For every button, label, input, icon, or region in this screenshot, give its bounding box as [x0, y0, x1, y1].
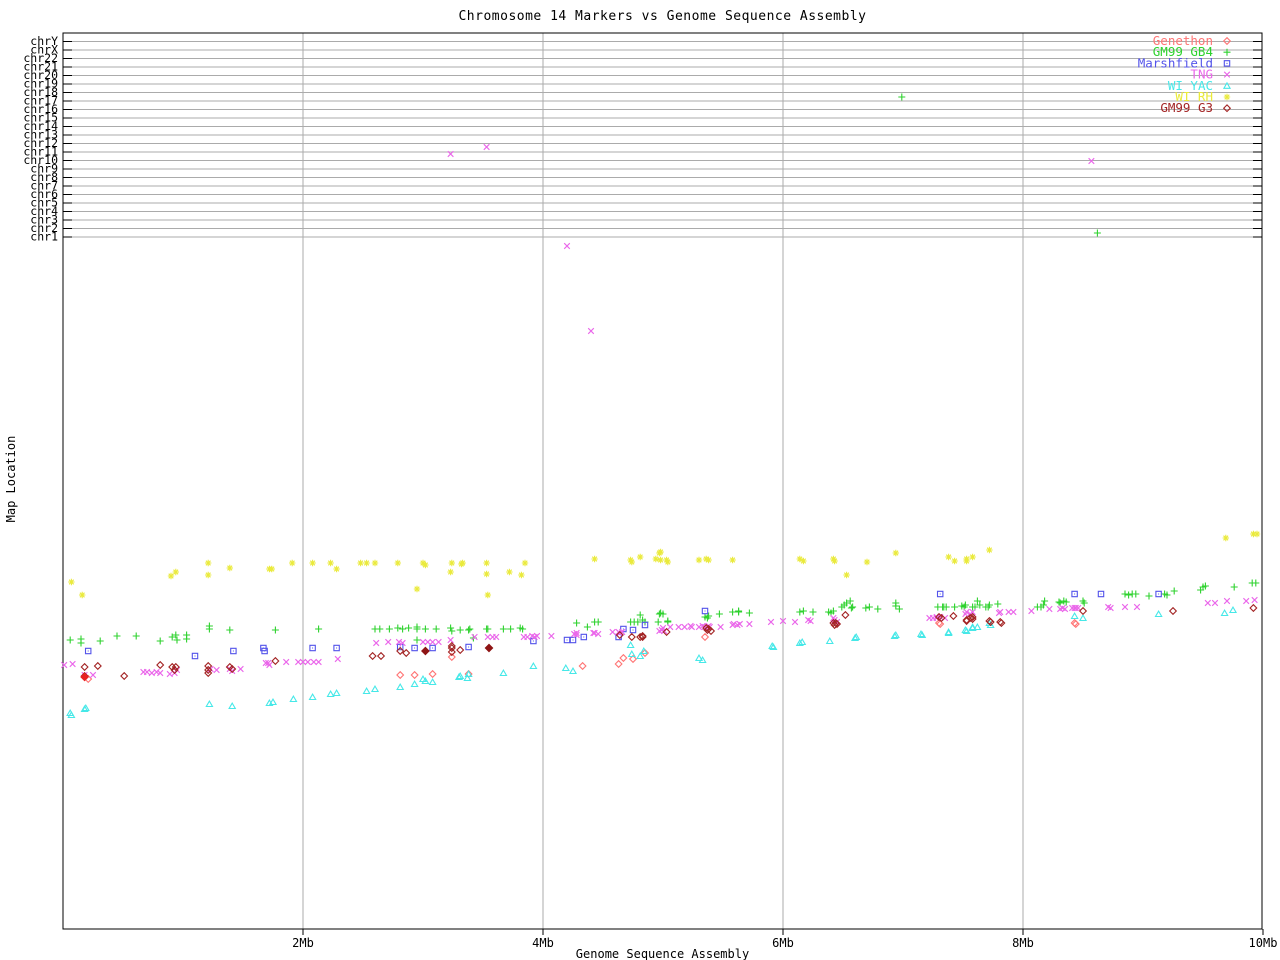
svg-text:6Mb: 6Mb	[772, 936, 794, 950]
plot-border	[62, 32, 1263, 930]
svg-text:10Mb: 10Mb	[1249, 936, 1278, 950]
series-gm99-g3	[80, 603, 1258, 681]
svg-text:chr1: chr1	[30, 230, 58, 244]
series-gm99-gb4	[66, 93, 1260, 647]
series-wi-rh	[68, 530, 1261, 599]
legend-item-marshfield: Marshfield	[1138, 55, 1231, 70]
series-wi-yac	[66, 605, 1238, 719]
svg-text:2Mb: 2Mb	[292, 936, 314, 950]
svg-text:GM99 G3: GM99 G3	[1160, 100, 1213, 115]
legend: GenethonGM99 GB4MarshfieldTNGWI YACWI RH…	[1138, 33, 1232, 115]
chart-page: Chromosome 14 Markers vs Genome Sequence…	[0, 0, 1280, 960]
svg-text:8Mb: 8Mb	[1012, 936, 1034, 950]
x-gridlines: 2Mb 4Mb 6Mb 8Mb 10Mb	[292, 33, 1277, 950]
legend-item-gm99-g3: GM99 G3	[1160, 100, 1232, 115]
svg-text:4Mb: 4Mb	[532, 936, 554, 950]
series-tng	[61, 143, 1258, 679]
chromosome-rows: chrYchrXchr22chr21chr20chr19chr18chr17ch…	[23, 34, 1262, 244]
plot-svg: chrYchrXchr22chr21chr20chr19chr18chr17ch…	[23, 32, 1277, 950]
